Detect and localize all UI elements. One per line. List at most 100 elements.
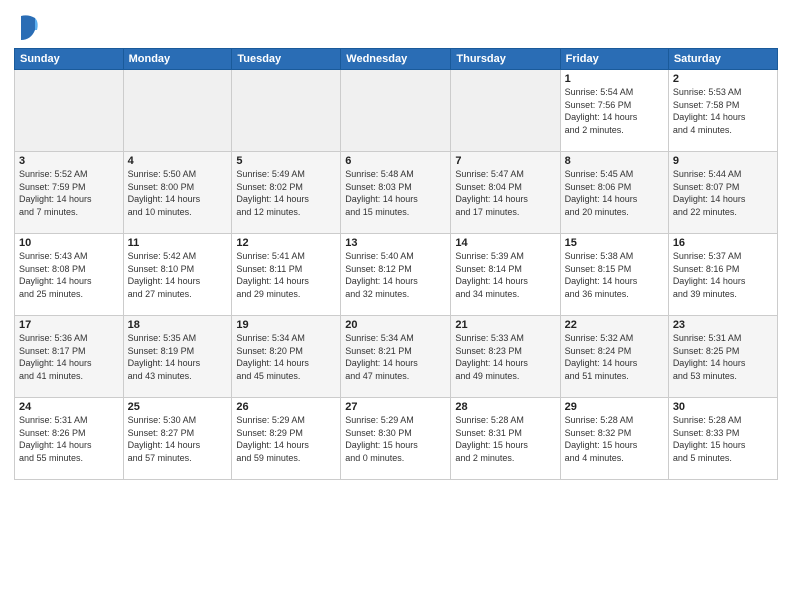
logo-icon — [17, 14, 39, 42]
day-number: 24 — [19, 401, 119, 413]
day-number: 14 — [455, 237, 555, 249]
day-info: Sunrise: 5:29 AM Sunset: 8:30 PM Dayligh… — [345, 414, 446, 464]
day-cell: 6Sunrise: 5:48 AM Sunset: 8:03 PM Daylig… — [341, 152, 451, 234]
day-number: 2 — [673, 73, 773, 85]
day-info: Sunrise: 5:40 AM Sunset: 8:12 PM Dayligh… — [345, 250, 446, 300]
day-number: 30 — [673, 401, 773, 413]
day-number: 3 — [19, 155, 119, 167]
day-number: 26 — [236, 401, 336, 413]
day-number: 8 — [565, 155, 664, 167]
day-info: Sunrise: 5:50 AM Sunset: 8:00 PM Dayligh… — [128, 168, 228, 218]
week-row-1: 3Sunrise: 5:52 AM Sunset: 7:59 PM Daylig… — [15, 152, 778, 234]
day-number: 23 — [673, 319, 773, 331]
header-day-sunday: Sunday — [15, 49, 124, 70]
day-cell — [451, 70, 560, 152]
day-number: 25 — [128, 401, 228, 413]
day-number: 10 — [19, 237, 119, 249]
day-number: 19 — [236, 319, 336, 331]
day-number: 16 — [673, 237, 773, 249]
week-row-2: 10Sunrise: 5:43 AM Sunset: 8:08 PM Dayli… — [15, 234, 778, 316]
day-cell: 25Sunrise: 5:30 AM Sunset: 8:27 PM Dayli… — [123, 398, 232, 480]
day-cell: 29Sunrise: 5:28 AM Sunset: 8:32 PM Dayli… — [560, 398, 668, 480]
day-cell — [123, 70, 232, 152]
day-number: 11 — [128, 237, 228, 249]
day-info: Sunrise: 5:28 AM Sunset: 8:32 PM Dayligh… — [565, 414, 664, 464]
day-cell: 23Sunrise: 5:31 AM Sunset: 8:25 PM Dayli… — [668, 316, 777, 398]
day-number: 1 — [565, 73, 664, 85]
day-number: 20 — [345, 319, 446, 331]
day-number: 18 — [128, 319, 228, 331]
day-cell: 9Sunrise: 5:44 AM Sunset: 8:07 PM Daylig… — [668, 152, 777, 234]
header-day-tuesday: Tuesday — [232, 49, 341, 70]
day-info: Sunrise: 5:28 AM Sunset: 8:33 PM Dayligh… — [673, 414, 773, 464]
day-info: Sunrise: 5:54 AM Sunset: 7:56 PM Dayligh… — [565, 86, 664, 136]
week-row-4: 24Sunrise: 5:31 AM Sunset: 8:26 PM Dayli… — [15, 398, 778, 480]
day-cell: 27Sunrise: 5:29 AM Sunset: 8:30 PM Dayli… — [341, 398, 451, 480]
day-cell: 24Sunrise: 5:31 AM Sunset: 8:26 PM Dayli… — [15, 398, 124, 480]
day-number: 5 — [236, 155, 336, 167]
day-cell: 22Sunrise: 5:32 AM Sunset: 8:24 PM Dayli… — [560, 316, 668, 398]
day-cell: 11Sunrise: 5:42 AM Sunset: 8:10 PM Dayli… — [123, 234, 232, 316]
day-info: Sunrise: 5:37 AM Sunset: 8:16 PM Dayligh… — [673, 250, 773, 300]
week-row-0: 1Sunrise: 5:54 AM Sunset: 7:56 PM Daylig… — [15, 70, 778, 152]
day-info: Sunrise: 5:47 AM Sunset: 8:04 PM Dayligh… — [455, 168, 555, 218]
day-info: Sunrise: 5:33 AM Sunset: 8:23 PM Dayligh… — [455, 332, 555, 382]
day-number: 12 — [236, 237, 336, 249]
day-info: Sunrise: 5:48 AM Sunset: 8:03 PM Dayligh… — [345, 168, 446, 218]
day-number: 15 — [565, 237, 664, 249]
day-cell: 10Sunrise: 5:43 AM Sunset: 8:08 PM Dayli… — [15, 234, 124, 316]
logo — [14, 14, 39, 42]
calendar-body: 1Sunrise: 5:54 AM Sunset: 7:56 PM Daylig… — [15, 70, 778, 480]
header-day-friday: Friday — [560, 49, 668, 70]
day-number: 4 — [128, 155, 228, 167]
day-info: Sunrise: 5:29 AM Sunset: 8:29 PM Dayligh… — [236, 414, 336, 464]
header-row: SundayMondayTuesdayWednesdayThursdayFrid… — [15, 49, 778, 70]
day-cell: 7Sunrise: 5:47 AM Sunset: 8:04 PM Daylig… — [451, 152, 560, 234]
calendar: SundayMondayTuesdayWednesdayThursdayFrid… — [14, 48, 778, 480]
day-info: Sunrise: 5:31 AM Sunset: 8:26 PM Dayligh… — [19, 414, 119, 464]
day-cell: 30Sunrise: 5:28 AM Sunset: 8:33 PM Dayli… — [668, 398, 777, 480]
day-cell: 14Sunrise: 5:39 AM Sunset: 8:14 PM Dayli… — [451, 234, 560, 316]
day-info: Sunrise: 5:41 AM Sunset: 8:11 PM Dayligh… — [236, 250, 336, 300]
day-cell: 13Sunrise: 5:40 AM Sunset: 8:12 PM Dayli… — [341, 234, 451, 316]
day-info: Sunrise: 5:49 AM Sunset: 8:02 PM Dayligh… — [236, 168, 336, 218]
day-cell: 4Sunrise: 5:50 AM Sunset: 8:00 PM Daylig… — [123, 152, 232, 234]
day-info: Sunrise: 5:35 AM Sunset: 8:19 PM Dayligh… — [128, 332, 228, 382]
day-cell: 28Sunrise: 5:28 AM Sunset: 8:31 PM Dayli… — [451, 398, 560, 480]
day-number: 28 — [455, 401, 555, 413]
day-cell: 19Sunrise: 5:34 AM Sunset: 8:20 PM Dayli… — [232, 316, 341, 398]
day-info: Sunrise: 5:30 AM Sunset: 8:27 PM Dayligh… — [128, 414, 228, 464]
day-cell: 2Sunrise: 5:53 AM Sunset: 7:58 PM Daylig… — [668, 70, 777, 152]
day-info: Sunrise: 5:44 AM Sunset: 8:07 PM Dayligh… — [673, 168, 773, 218]
header-day-monday: Monday — [123, 49, 232, 70]
day-info: Sunrise: 5:28 AM Sunset: 8:31 PM Dayligh… — [455, 414, 555, 464]
day-number: 9 — [673, 155, 773, 167]
day-number: 17 — [19, 319, 119, 331]
day-cell: 8Sunrise: 5:45 AM Sunset: 8:06 PM Daylig… — [560, 152, 668, 234]
day-cell — [232, 70, 341, 152]
day-number: 6 — [345, 155, 446, 167]
day-number: 29 — [565, 401, 664, 413]
day-cell: 20Sunrise: 5:34 AM Sunset: 8:21 PM Dayli… — [341, 316, 451, 398]
day-info: Sunrise: 5:31 AM Sunset: 8:25 PM Dayligh… — [673, 332, 773, 382]
header-day-wednesday: Wednesday — [341, 49, 451, 70]
day-number: 27 — [345, 401, 446, 413]
day-cell: 15Sunrise: 5:38 AM Sunset: 8:15 PM Dayli… — [560, 234, 668, 316]
day-info: Sunrise: 5:52 AM Sunset: 7:59 PM Dayligh… — [19, 168, 119, 218]
day-number: 22 — [565, 319, 664, 331]
day-info: Sunrise: 5:53 AM Sunset: 7:58 PM Dayligh… — [673, 86, 773, 136]
day-cell: 1Sunrise: 5:54 AM Sunset: 7:56 PM Daylig… — [560, 70, 668, 152]
day-cell: 12Sunrise: 5:41 AM Sunset: 8:11 PM Dayli… — [232, 234, 341, 316]
page: SundayMondayTuesdayWednesdayThursdayFrid… — [0, 0, 792, 612]
day-number: 13 — [345, 237, 446, 249]
day-info: Sunrise: 5:34 AM Sunset: 8:21 PM Dayligh… — [345, 332, 446, 382]
day-number: 7 — [455, 155, 555, 167]
day-info: Sunrise: 5:43 AM Sunset: 8:08 PM Dayligh… — [19, 250, 119, 300]
day-info: Sunrise: 5:36 AM Sunset: 8:17 PM Dayligh… — [19, 332, 119, 382]
calendar-header: SundayMondayTuesdayWednesdayThursdayFrid… — [15, 49, 778, 70]
header-day-saturday: Saturday — [668, 49, 777, 70]
header-day-thursday: Thursday — [451, 49, 560, 70]
day-number: 21 — [455, 319, 555, 331]
day-cell: 18Sunrise: 5:35 AM Sunset: 8:19 PM Dayli… — [123, 316, 232, 398]
day-cell: 16Sunrise: 5:37 AM Sunset: 8:16 PM Dayli… — [668, 234, 777, 316]
